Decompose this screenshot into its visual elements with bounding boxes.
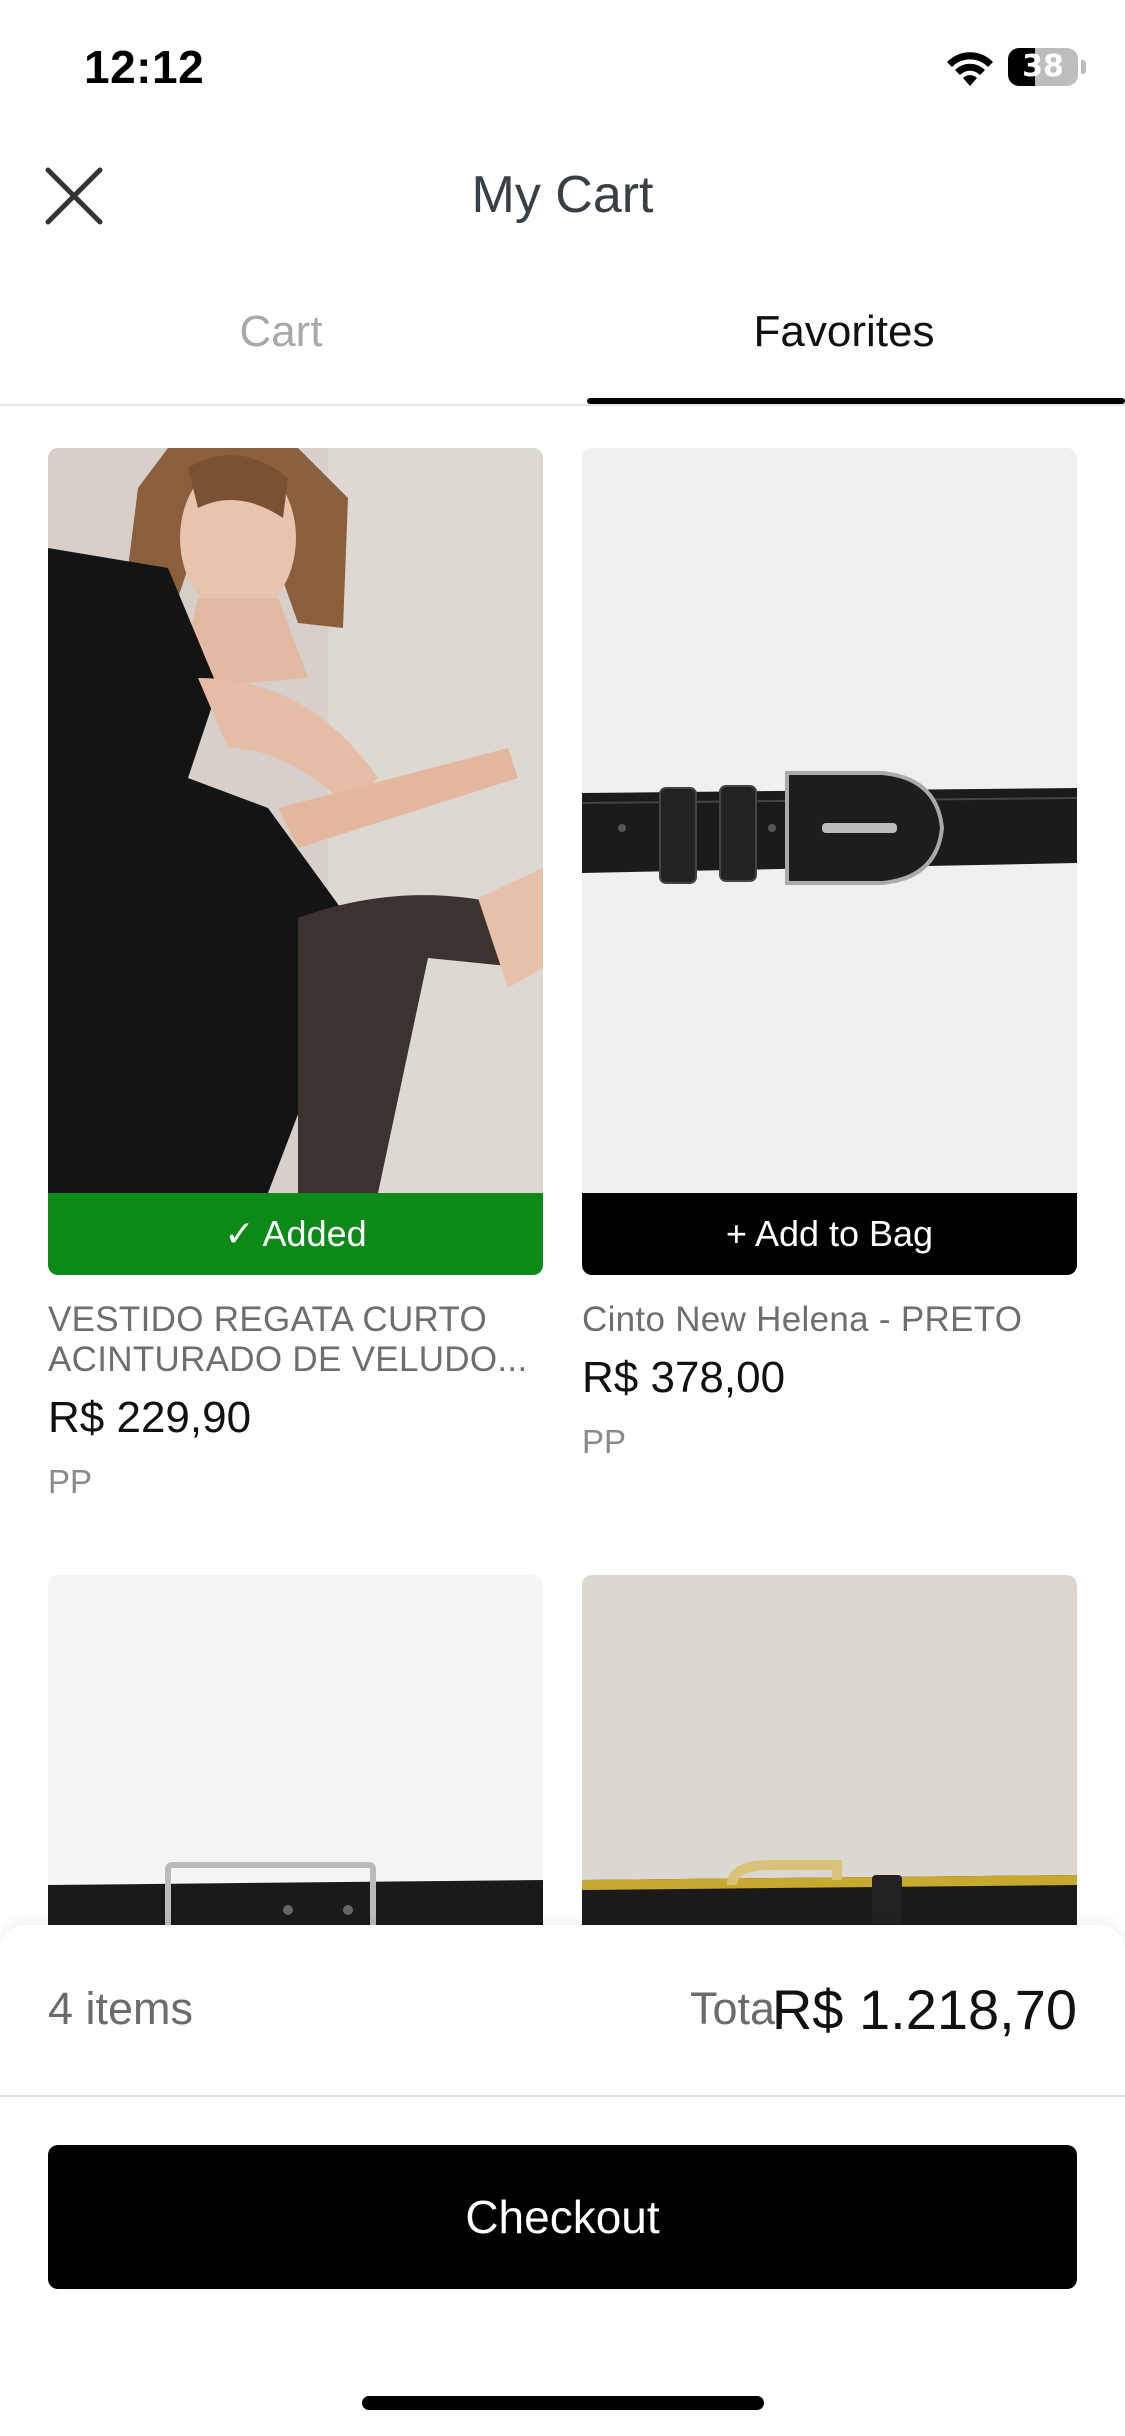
battery-cap bbox=[1081, 60, 1086, 74]
product-size: PP bbox=[582, 1423, 627, 1460]
product-name-line-2: ACINTURADO DE VELUDO... bbox=[48, 1340, 528, 1379]
checkout-button[interactable]: Checkout bbox=[48, 2145, 1077, 2289]
divider bbox=[0, 2095, 1125, 2097]
total-label: Total bbox=[689, 1983, 785, 2034]
product-price: R$ 229,90 bbox=[48, 1393, 252, 1442]
page-title: My Cart bbox=[471, 166, 654, 224]
cart-summary: 4 items Total R$ 1.218,70 Checkout bbox=[0, 1925, 1125, 2436]
dress-model-image bbox=[48, 448, 543, 1193]
battery-icon: 38 bbox=[1008, 48, 1078, 86]
tab-favorites[interactable]: Favorites bbox=[563, 290, 1125, 406]
belt-image bbox=[582, 1575, 1077, 1935]
product-name[interactable]: Cinto New Helena - PRETO bbox=[582, 1300, 1077, 1340]
product-image[interactable] bbox=[582, 1575, 1077, 1935]
status-bar: 12:12 38 bbox=[0, 0, 1125, 140]
status-time: 12:12 bbox=[84, 41, 205, 93]
add-to-bag-button[interactable]: + Add to Bag bbox=[582, 1193, 1077, 1275]
home-indicator bbox=[362, 2396, 764, 2410]
wifi-icon bbox=[947, 52, 993, 86]
belt-image bbox=[582, 448, 1077, 1193]
added-button[interactable]: ✓ Added bbox=[48, 1193, 543, 1275]
tab-bar: Cart Favorites bbox=[0, 290, 1125, 406]
product-image[interactable] bbox=[48, 448, 543, 1193]
product-image[interactable] bbox=[582, 448, 1077, 1193]
active-tab-indicator bbox=[587, 398, 1125, 404]
product-name-line-1: VESTIDO REGATA CURTO bbox=[48, 1300, 488, 1339]
product-price: R$ 378,00 bbox=[582, 1353, 786, 1402]
items-count: 4 items bbox=[48, 1983, 194, 2034]
belt-image bbox=[48, 1575, 543, 1935]
product-size: PP bbox=[48, 1463, 93, 1500]
product-image[interactable] bbox=[48, 1575, 543, 1935]
tab-cart[interactable]: Cart bbox=[0, 290, 562, 406]
battery-level: 38 bbox=[1022, 49, 1064, 84]
product-name[interactable]: VESTIDO REGATA CURTO ACINTURADO DE VELUD… bbox=[48, 1300, 543, 1380]
total-value: R$ 1.218,70 bbox=[771, 1978, 1077, 2041]
